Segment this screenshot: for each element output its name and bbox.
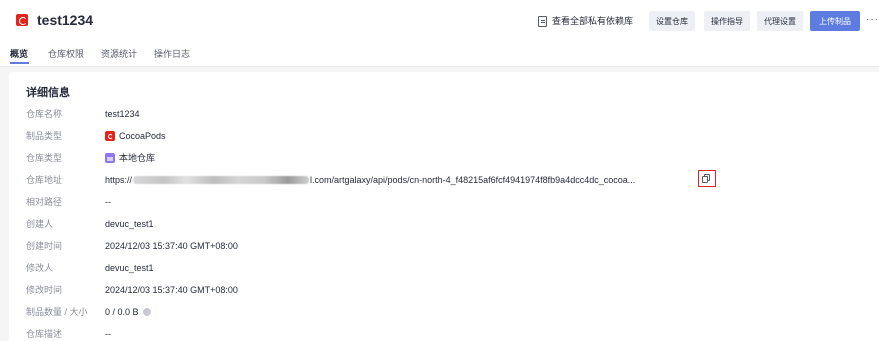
tab-operation-log[interactable]: 操作日志 — [154, 48, 190, 60]
repo-name-value: test1234 — [105, 109, 140, 119]
creator-label: 创建人 — [26, 219, 54, 229]
document-icon — [538, 15, 547, 27]
created-time-label: 创建时间 — [26, 241, 63, 251]
cocoapods-icon — [105, 131, 115, 141]
modified-time-label: 修改时间 — [26, 285, 63, 295]
more-icon[interactable]: ··· — [866, 14, 879, 26]
proxy-settings-button[interactable]: 代理设置 — [757, 11, 803, 31]
repo-description-label: 仓库描述 — [26, 329, 63, 339]
repo-type-value: 本地仓库 — [105, 152, 155, 164]
repo-description-value: -- — [105, 329, 111, 339]
tab-resource-stats[interactable]: 资源统计 — [101, 48, 137, 60]
modified-time-value: 2024/12/03 15:37:40 GMT+08:00 — [105, 285, 238, 295]
tab-repo-permissions[interactable]: 仓库权限 — [48, 48, 84, 60]
repo-url-value: https:// l.com/artgalaxy/api/pods/cn-nor… — [105, 174, 635, 186]
repo-title: test1234 — [37, 12, 94, 28]
artifact-type-value: CocoaPods — [105, 130, 166, 142]
repo-name-label: 仓库名称 — [26, 109, 63, 119]
relative-path-label: 相对路径 — [26, 197, 63, 207]
artifact-count-size-label: 制品数量 / 大小 — [26, 307, 88, 317]
local-repo-icon — [105, 153, 115, 163]
view-private-deps-link[interactable]: 查看全部私有依赖库 — [538, 15, 633, 27]
tab-bar: 概览 仓库权限 资源统计 操作日志 — [0, 41, 879, 67]
view-private-deps-label: 查看全部私有依赖库 — [552, 16, 634, 26]
repo-type-label: 仓库类型 — [26, 153, 63, 163]
copy-url-button[interactable] — [698, 170, 716, 187]
page-header: test1234 查看全部私有依赖库 设置仓库 操作指导 代理设置 上传制品 ·… — [0, 0, 879, 41]
repo-url-suffix: l.com/artgalaxy/api/pods/cn-north-4_f482… — [310, 175, 636, 185]
help-icon[interactable] — [142, 308, 151, 316]
redacted-url-segment — [133, 176, 310, 184]
section-title: 详细信息 — [26, 87, 70, 99]
operation-guide-button[interactable]: 操作指导 — [704, 11, 750, 31]
cocoapods-logo-icon — [16, 14, 28, 26]
created-time-value: 2024/12/03 15:37:40 GMT+08:00 — [105, 241, 238, 251]
repo-url-prefix: https:// — [105, 175, 133, 185]
tab-overview[interactable]: 概览 — [10, 48, 28, 60]
creator-value: devuc_test1 — [105, 219, 154, 229]
artifact-type-label: 制品类型 — [26, 131, 63, 141]
upload-artifact-button[interactable]: 上传制品 — [810, 11, 860, 31]
artifact-count-size-value: 0 / 0.0 B — [105, 306, 151, 318]
modifier-label: 修改人 — [26, 263, 54, 273]
modifier-value: devuc_test1 — [105, 263, 154, 273]
active-tab-indicator — [10, 62, 29, 64]
repo-url-label: 仓库地址 — [26, 175, 63, 185]
repo-settings-button[interactable]: 设置仓库 — [649, 11, 695, 31]
relative-path-value: -- — [105, 197, 111, 207]
